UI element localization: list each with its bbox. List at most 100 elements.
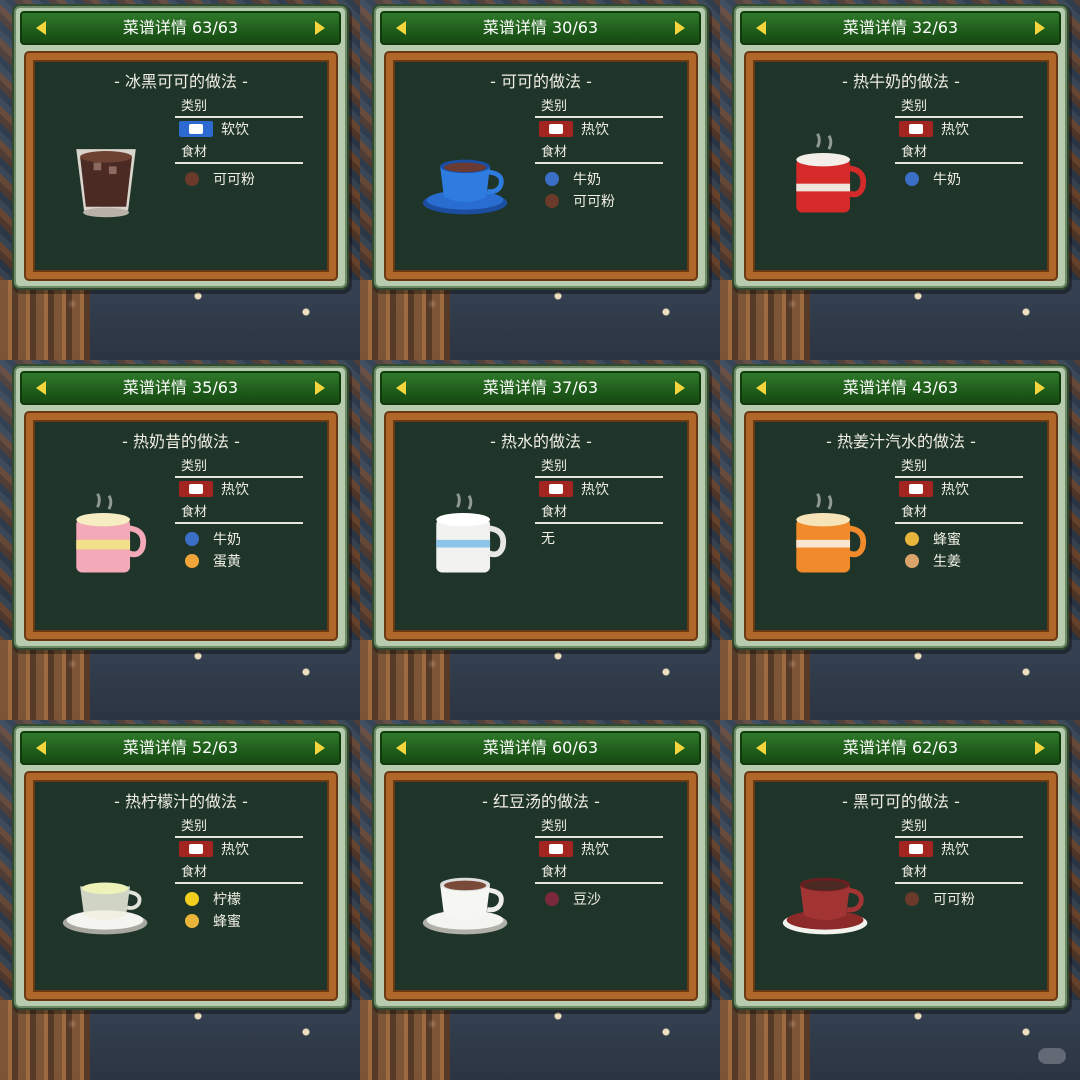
prev-recipe-arrow-icon[interactable] [396, 21, 406, 35]
ingredients-label: 食材 [535, 864, 663, 884]
hot-drink-icon [899, 481, 933, 497]
cocoa-powder-icon [185, 172, 199, 186]
next-recipe-arrow-icon[interactable] [315, 21, 325, 35]
ingredient-item: 生姜 [895, 550, 1023, 572]
recipe-detail-panel: 菜谱详情 30/63 - 可可的做法 - 类别 热饮 食材 牛奶 可可粉 [374, 6, 707, 288]
chalkboard: - 红豆汤的做法 - 类别 热饮 食材 豆沙 [386, 773, 696, 999]
recipe-detail-panel: 菜谱详情 62/63 - 黑可可的做法 - 类别 热饮 食材 可可粉 [734, 726, 1067, 1008]
recipe-counter: 菜谱详情 43/63 [842, 378, 959, 397]
white-cup-saucer-icon [419, 848, 515, 944]
recipe-header: 菜谱详情 60/63 [380, 731, 701, 765]
recipe-screen: 菜谱详情 60/63 - 红豆汤的做法 - 类别 热饮 食材 豆沙 [360, 720, 720, 1080]
ingredient-item: 豆沙 [535, 888, 663, 910]
next-recipe-arrow-icon[interactable] [675, 21, 685, 35]
recipe-counter: 菜谱详情 52/63 [122, 738, 239, 757]
red-mug-icon [779, 128, 875, 224]
category-row: 热饮 [535, 478, 663, 500]
recipe-header: 菜谱详情 35/63 [20, 371, 341, 405]
next-recipe-arrow-icon[interactable] [1035, 381, 1045, 395]
recipe-info: 类别 热饮 食材 柠檬 蜂蜜 [175, 818, 303, 932]
next-recipe-arrow-icon[interactable] [315, 381, 325, 395]
recipe-counter: 菜谱详情 30/63 [482, 18, 599, 37]
category-value: 热饮 [941, 842, 969, 858]
ingredients-label: 食材 [535, 504, 663, 524]
ingredient-item: 蜂蜜 [175, 910, 303, 932]
ingredient-name: 豆沙 [573, 892, 601, 908]
bean-paste-icon [545, 892, 559, 906]
ingredient-item: 可可粉 [895, 888, 1023, 910]
city-background [360, 640, 720, 720]
ingredient-item: 蜂蜜 [895, 528, 1023, 550]
city-background [720, 640, 1080, 720]
city-background [720, 1000, 1080, 1080]
category-value: 热饮 [581, 482, 609, 498]
recipe-title: - 冰黑可可的做法 - [114, 72, 248, 91]
prev-recipe-arrow-icon[interactable] [756, 21, 766, 35]
recipe-detail-panel: 菜谱详情 43/63 - 热姜汁汽水的做法 - 类别 热饮 食材 蜂蜜 生姜 [734, 366, 1067, 648]
recipe-screen: 菜谱详情 32/63 - 热牛奶的做法 - 类别 热饮 食材 牛奶 [720, 0, 1080, 360]
ingredient-name: 可可粉 [573, 194, 615, 210]
recipe-screen: 菜谱详情 62/63 - 黑可可的做法 - 类别 热饮 食材 可可粉 [720, 720, 1080, 1080]
recipe-counter: 菜谱详情 63/63 [122, 18, 239, 37]
category-label: 类别 [535, 458, 663, 478]
category-label: 类别 [175, 458, 303, 478]
chalkboard: - 热牛奶的做法 - 类别 热饮 食材 牛奶 [746, 53, 1056, 279]
ingredient-name: 牛奶 [573, 172, 601, 188]
honey-pot-icon [905, 532, 919, 546]
next-recipe-arrow-icon[interactable] [675, 741, 685, 755]
recipe-screen: 菜谱详情 30/63 - 可可的做法 - 类别 热饮 食材 牛奶 可可粉 [360, 0, 720, 360]
recipe-info: 类别 热饮 食材 蜂蜜 生姜 [895, 458, 1023, 572]
chalkboard: - 可可的做法 - 类别 热饮 食材 牛奶 可可粉 [386, 53, 696, 279]
category-value: 热饮 [581, 842, 609, 858]
ingredients-label: 食材 [535, 144, 663, 164]
category-label: 类别 [175, 818, 303, 838]
ingredient-name: 蛋黄 [213, 554, 241, 570]
next-recipe-arrow-icon[interactable] [675, 381, 685, 395]
recipe-counter: 菜谱详情 60/63 [482, 738, 599, 757]
prev-recipe-arrow-icon[interactable] [396, 381, 406, 395]
milk-carton-icon [905, 172, 919, 186]
prev-recipe-arrow-icon[interactable] [756, 381, 766, 395]
cocoa-powder-icon [905, 892, 919, 906]
prev-recipe-arrow-icon[interactable] [36, 21, 46, 35]
egg-yolk-icon [185, 554, 199, 568]
recipe-screen: 菜谱详情 43/63 - 热姜汁汽水的做法 - 类别 热饮 食材 蜂蜜 生姜 [720, 360, 1080, 720]
ingredient-name: 牛奶 [933, 172, 961, 188]
city-background [360, 280, 720, 360]
prev-recipe-arrow-icon[interactable] [36, 381, 46, 395]
category-value: 软饮 [221, 122, 249, 138]
recipe-header: 菜谱详情 30/63 [380, 11, 701, 45]
recipe-info: 类别 热饮 食材 牛奶 蛋黄 [175, 458, 303, 572]
recipe-title: - 热姜汁汽水的做法 - [826, 432, 976, 451]
city-background [0, 640, 360, 720]
recipe-counter: 菜谱详情 35/63 [122, 378, 239, 397]
prev-recipe-arrow-icon[interactable] [396, 741, 406, 755]
chalkboard: - 热奶昔的做法 - 类别 热饮 食材 牛奶 蛋黄 [26, 413, 336, 639]
recipe-header: 菜谱详情 43/63 [740, 371, 1061, 405]
ingredient-name: 蜂蜜 [933, 532, 961, 548]
recipe-detail-panel: 菜谱详情 32/63 - 热牛奶的做法 - 类别 热饮 食材 牛奶 [734, 6, 1067, 288]
category-value: 热饮 [941, 122, 969, 138]
next-recipe-arrow-icon[interactable] [1035, 21, 1045, 35]
milk-carton-icon [185, 532, 199, 546]
recipe-header: 菜谱详情 63/63 [20, 11, 341, 45]
iced-cocoa-glass-icon [59, 128, 155, 224]
category-row: 热饮 [535, 838, 663, 860]
recipe-counter: 菜谱详情 62/63 [842, 738, 959, 757]
glass-cup-saucer-icon [59, 848, 155, 944]
category-label: 类别 [895, 98, 1023, 118]
recipe-counter: 菜谱详情 32/63 [842, 18, 959, 37]
category-value: 热饮 [581, 122, 609, 138]
recipe-info: 类别 热饮 食材 牛奶 可可粉 [535, 98, 663, 212]
next-recipe-arrow-icon[interactable] [315, 741, 325, 755]
recipe-title: - 热牛奶的做法 - [842, 72, 960, 91]
ingredient-item: 牛奶 [535, 168, 663, 190]
category-row: 热饮 [535, 118, 663, 140]
city-background [0, 1000, 360, 1080]
next-recipe-arrow-icon[interactable] [1035, 741, 1045, 755]
honey-pot-icon [185, 914, 199, 928]
ingredient-item: 牛奶 [175, 528, 303, 550]
lemon-icon [185, 892, 199, 906]
prev-recipe-arrow-icon[interactable] [36, 741, 46, 755]
prev-recipe-arrow-icon[interactable] [756, 741, 766, 755]
